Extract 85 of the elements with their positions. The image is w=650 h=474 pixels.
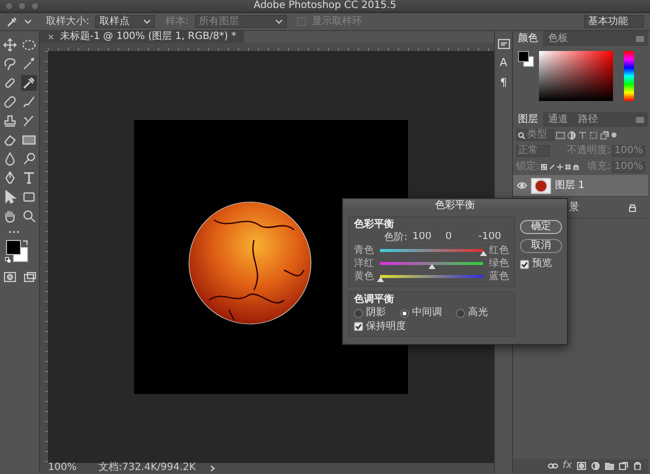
panel-tab[interactable]: 路径	[573, 112, 603, 127]
checkbox[interactable]	[520, 260, 529, 268]
effects-button[interactable]: fx	[562, 460, 572, 472]
slider-thumb[interactable]	[377, 277, 384, 282]
zoom-icon[interactable]	[21, 208, 37, 224]
panel-tab[interactable]: 通道	[543, 112, 573, 127]
layer-row[interactable]: 图层 1	[513, 175, 648, 197]
text-cursor-icon[interactable]	[21, 170, 37, 186]
wand-icon[interactable]	[21, 56, 37, 72]
hue-spectrum[interactable]	[624, 51, 634, 101]
slider-thumb[interactable]	[480, 251, 487, 256]
chevron-right-icon[interactable]	[210, 464, 215, 472]
default-colors-icon[interactable]	[4, 257, 10, 263]
panel-tab[interactable]: 色板	[543, 31, 573, 46]
move-arrows-icon[interactable]	[2, 37, 18, 53]
panel-icon[interactable]	[498, 39, 510, 49]
quick-mask-icon[interactable]	[4, 272, 16, 282]
screen-mode-icon[interactable]	[24, 272, 36, 282]
eyedropper-icon[interactable]	[21, 75, 37, 91]
levels-label: 色阶:	[384, 232, 408, 244]
eyedropper-icon[interactable]	[6, 16, 18, 28]
window-title: Adobe Photoshop CC 2015.5	[252, 0, 398, 12]
panel-tab[interactable]: 颜色	[513, 31, 543, 46]
mask-icon[interactable]	[577, 462, 586, 470]
stamp-icon[interactable]	[2, 113, 18, 129]
move-arrows-icon[interactable]	[557, 164, 564, 170]
slider-label: 蓝色	[488, 270, 509, 282]
checkbox-label: 保持明度	[366, 320, 406, 332]
slider-thumb[interactable]	[428, 264, 436, 269]
checkbox-label: 预览	[532, 258, 552, 270]
shape-filter-icon[interactable]	[589, 130, 598, 140]
radio-button[interactable]	[354, 308, 363, 318]
color-field[interactable]	[539, 51, 613, 101]
new-layer-icon[interactable]	[619, 462, 628, 470]
bandage-icon[interactable]	[2, 94, 18, 110]
sample-size-select[interactable]: 取样点	[95, 15, 156, 28]
trash-icon[interactable]	[633, 462, 642, 470]
slider-label: 绿色	[488, 258, 509, 270]
radio-button[interactable]	[400, 308, 409, 318]
lock-icon[interactable]	[573, 164, 580, 170]
radio-label: 阴影	[366, 307, 386, 319]
text-filter-icon[interactable]	[578, 130, 587, 140]
ok-button[interactable]: 确定	[520, 220, 562, 234]
color-swatches-drawing[interactable]	[4, 240, 28, 262]
slider-label: 黄色	[354, 270, 375, 282]
character-panel-icon[interactable]: A	[500, 57, 508, 69]
color-swatches-drawing[interactable]	[518, 51, 534, 67]
filter-toggle-icon[interactable]	[611, 132, 617, 138]
slider-label: 红色	[488, 244, 509, 256]
caret-icon[interactable]	[24, 18, 32, 25]
layer-thumbnail	[531, 178, 551, 194]
radio-label: 高光	[468, 307, 488, 319]
cancel-button[interactable]: 取消	[520, 239, 562, 253]
smart-object-icon[interactable]	[600, 130, 609, 140]
caret-icon	[143, 18, 152, 25]
slider-label: 洋红	[354, 258, 375, 270]
radio-label: 中间调	[412, 307, 442, 319]
half-circle-icon[interactable]	[567, 130, 576, 140]
group-heading: 色彩平衡	[354, 219, 395, 231]
search-icon	[518, 132, 525, 138]
document-tab[interactable]: 未标题-1 @ 100% (图层 1, RGB/8*) *	[40, 31, 244, 43]
option-label: 取样大小:	[46, 16, 90, 28]
caret-icon	[274, 18, 283, 25]
more-dots-icon[interactable]	[8, 230, 20, 234]
checkbox[interactable]	[354, 322, 363, 331]
dotted-ellipse-icon[interactable]	[21, 37, 37, 53]
workspace-select[interactable]: 基本功能	[584, 15, 644, 28]
radio-button[interactable]	[456, 308, 465, 318]
layer-name: 景	[569, 202, 579, 214]
paragraph-panel-icon[interactable]: ¶	[500, 77, 507, 89]
lasso-icon[interactable]	[2, 56, 18, 72]
layer-name: 图层 1	[555, 180, 585, 192]
checker-icon[interactable]	[541, 164, 548, 170]
slider-label: 青色	[354, 244, 375, 256]
folder-icon[interactable]	[605, 462, 614, 470]
zoom-level: 100%	[48, 463, 77, 473]
eye-icon[interactable]	[517, 182, 527, 189]
document-size: 文档:732.4K/994.2K	[98, 463, 196, 473]
image-filter-icon[interactable]	[556, 130, 565, 140]
close-icon[interactable]	[48, 34, 54, 40]
link-icon[interactable]	[548, 463, 558, 469]
group-heading: 色调平衡	[354, 294, 395, 306]
dialog-title: 色彩平衡	[343, 199, 567, 212]
panel-tab[interactable]: 图层	[513, 112, 543, 127]
paddle-icon[interactable]	[21, 151, 37, 167]
